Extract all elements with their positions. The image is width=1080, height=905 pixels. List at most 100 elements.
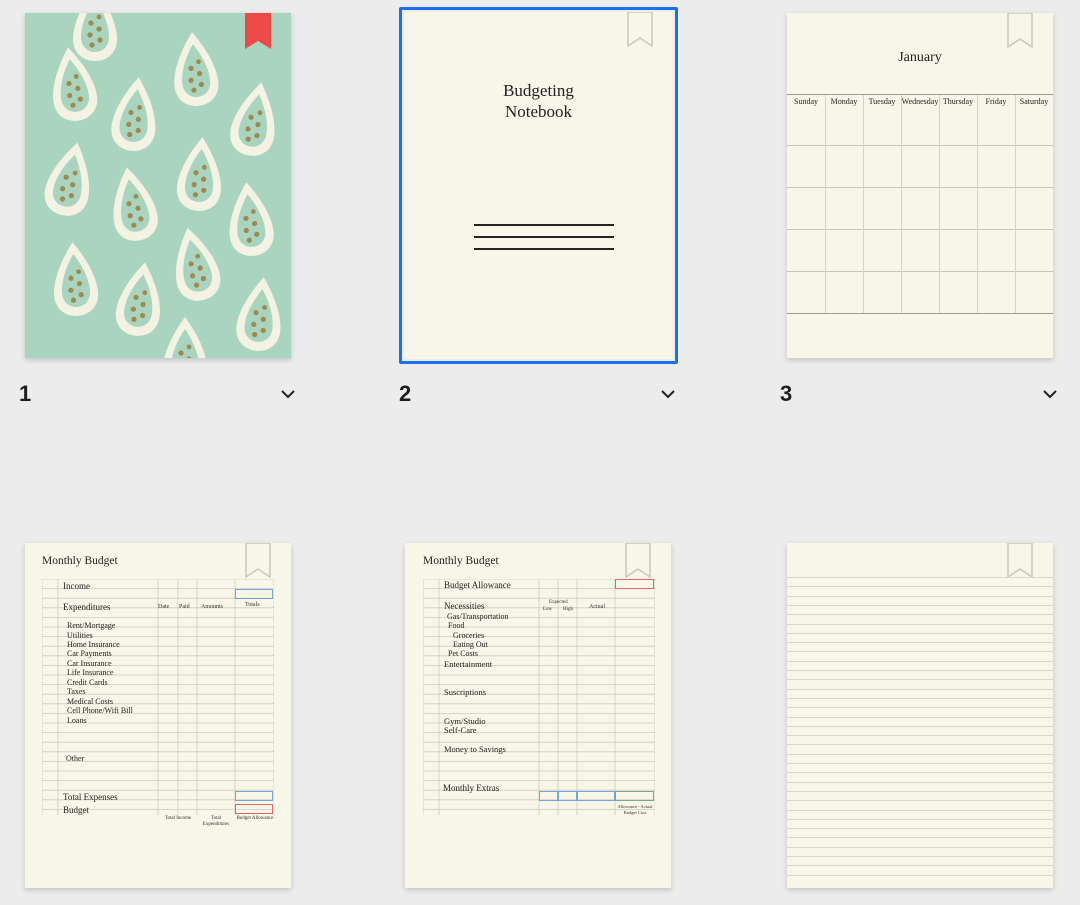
row-label: Rent/Mortgage: [67, 621, 116, 630]
ruled-line: [787, 604, 1053, 606]
weekday-label: Thursday: [942, 97, 974, 106]
cover-pattern: [40, 13, 286, 358]
page-number-1: 1: [19, 381, 32, 406]
ruled-line: [787, 846, 1053, 848]
row-label: Money to Savings: [444, 744, 506, 754]
row-label: Car Payments: [67, 649, 112, 658]
ruled-line: [787, 809, 1053, 811]
column-header: Low: [543, 607, 553, 612]
extras-box: [558, 791, 577, 801]
budget-total-box: [235, 804, 273, 814]
extras-box: [577, 791, 615, 801]
weekday-label: Monday: [830, 97, 858, 106]
page-thumbnail-2[interactable]: Budgeting Notebook: [404, 12, 673, 359]
ruled-line: [787, 642, 1053, 644]
ruled-line: [787, 651, 1053, 653]
calendar-month: January: [898, 50, 942, 65]
allowance-box: [615, 579, 654, 589]
ruled-line: [787, 614, 1053, 616]
weekday-label: Saturday: [1019, 97, 1049, 106]
bookmark-ribbon-icon: [627, 12, 653, 48]
footer-label: Total Expenditures: [202, 816, 230, 827]
row-label: Budget: [63, 805, 89, 815]
budget-title: Monthly Budget: [42, 555, 118, 567]
calendar-row-line: [787, 271, 1053, 272]
page-thumbnail-1[interactable]: [25, 13, 291, 358]
ruled-line: [787, 707, 1053, 709]
ruled-line: [787, 716, 1053, 718]
chevron-down-icon[interactable]: [280, 389, 296, 399]
budget-title: Monthly Budget: [423, 555, 499, 567]
footer-label: Budget Allowance: [236, 816, 274, 821]
calendar-row-line: [787, 313, 1053, 314]
row-label: Life Insurance: [67, 668, 114, 677]
row-label: Other: [66, 754, 85, 763]
ruled-line: [787, 697, 1053, 699]
row-label: Pet Costs: [448, 649, 479, 658]
ruled-line: [787, 586, 1053, 588]
calendar-rule: [787, 94, 1053, 95]
ruled-line: [787, 874, 1053, 876]
page-thumbnail-6[interactable]: [787, 543, 1053, 888]
calendar-col-line: [863, 95, 864, 313]
name-line: [474, 248, 614, 250]
calendar-row-line: [787, 229, 1053, 230]
ruled-line: [787, 772, 1053, 774]
page-thumbnail-4[interactable]: Monthly Budget Income Expenditures Date …: [25, 543, 291, 888]
row-label: Self-Care: [444, 725, 477, 735]
cover-title: Budgeting Notebook: [404, 80, 673, 122]
bookmark-ribbon-icon: [245, 13, 271, 49]
expenses-total-box: [235, 791, 273, 801]
row-label: Necessities: [444, 601, 485, 611]
chevron-down-icon[interactable]: [660, 389, 676, 399]
cover-title-line-1: Budgeting: [503, 81, 574, 100]
calendar-col-line: [901, 95, 902, 313]
chevron-down-icon[interactable]: [1042, 389, 1058, 399]
row-label: Taxes: [67, 687, 86, 696]
weekday-label: Sunday: [794, 97, 818, 106]
ruled-line: [787, 828, 1053, 830]
row-label: Total Expenses: [63, 792, 118, 802]
column-header: Actual: [589, 604, 605, 610]
row-label: Income: [63, 581, 90, 591]
ruled-line: [787, 679, 1053, 681]
row-label: Budget Allowance: [444, 580, 511, 590]
ruled-line: [787, 735, 1053, 737]
bookmark-ribbon-icon: [1007, 543, 1033, 579]
calendar-col-line: [825, 95, 826, 313]
ruled-line: [787, 865, 1053, 867]
page-number-2: 2: [399, 381, 412, 406]
ruled-line: [787, 800, 1053, 802]
ruled-line: [787, 790, 1053, 792]
ruled-line: [787, 660, 1053, 662]
calendar-col-line: [1015, 95, 1016, 313]
page-thumbnail-3[interactable]: January Sunday Monday Tuesday Wednesday Thur…: [787, 13, 1053, 358]
weekday-label: Wednesday: [901, 97, 939, 106]
ruled-line: [787, 744, 1053, 746]
column-header: Expected: [549, 600, 568, 605]
page-thumbnail-5[interactable]: Monthly Budget Budget Allowance Necessit…: [405, 543, 671, 888]
ruled-line: [787, 837, 1053, 839]
row-label: Expenditures: [63, 602, 111, 612]
name-line: [474, 236, 614, 238]
cover-title-line-2: Notebook: [504, 102, 573, 121]
calendar-col-line: [977, 95, 978, 313]
ruled-line: [787, 856, 1053, 857]
column-header: Date: [158, 604, 170, 610]
extras-box: [615, 791, 654, 801]
column-header: Paid: [179, 604, 190, 610]
ruled-line: [787, 670, 1053, 671]
calendar-row-line: [787, 187, 1053, 188]
column-header: High: [563, 607, 573, 612]
bookmark-ribbon-icon: [625, 543, 651, 579]
ruled-line: [787, 688, 1053, 690]
weekday-label: Tuesday: [868, 97, 896, 106]
row-label: Monthly Extras: [443, 783, 500, 793]
ruled-line: [787, 595, 1053, 597]
weekday-label: Friday: [985, 97, 1007, 106]
ruled-line: [787, 623, 1053, 625]
income-total-box: [235, 589, 273, 599]
ruled-line: [787, 818, 1053, 820]
row-label: Entertainment: [444, 659, 493, 669]
extras-box: [539, 791, 558, 801]
